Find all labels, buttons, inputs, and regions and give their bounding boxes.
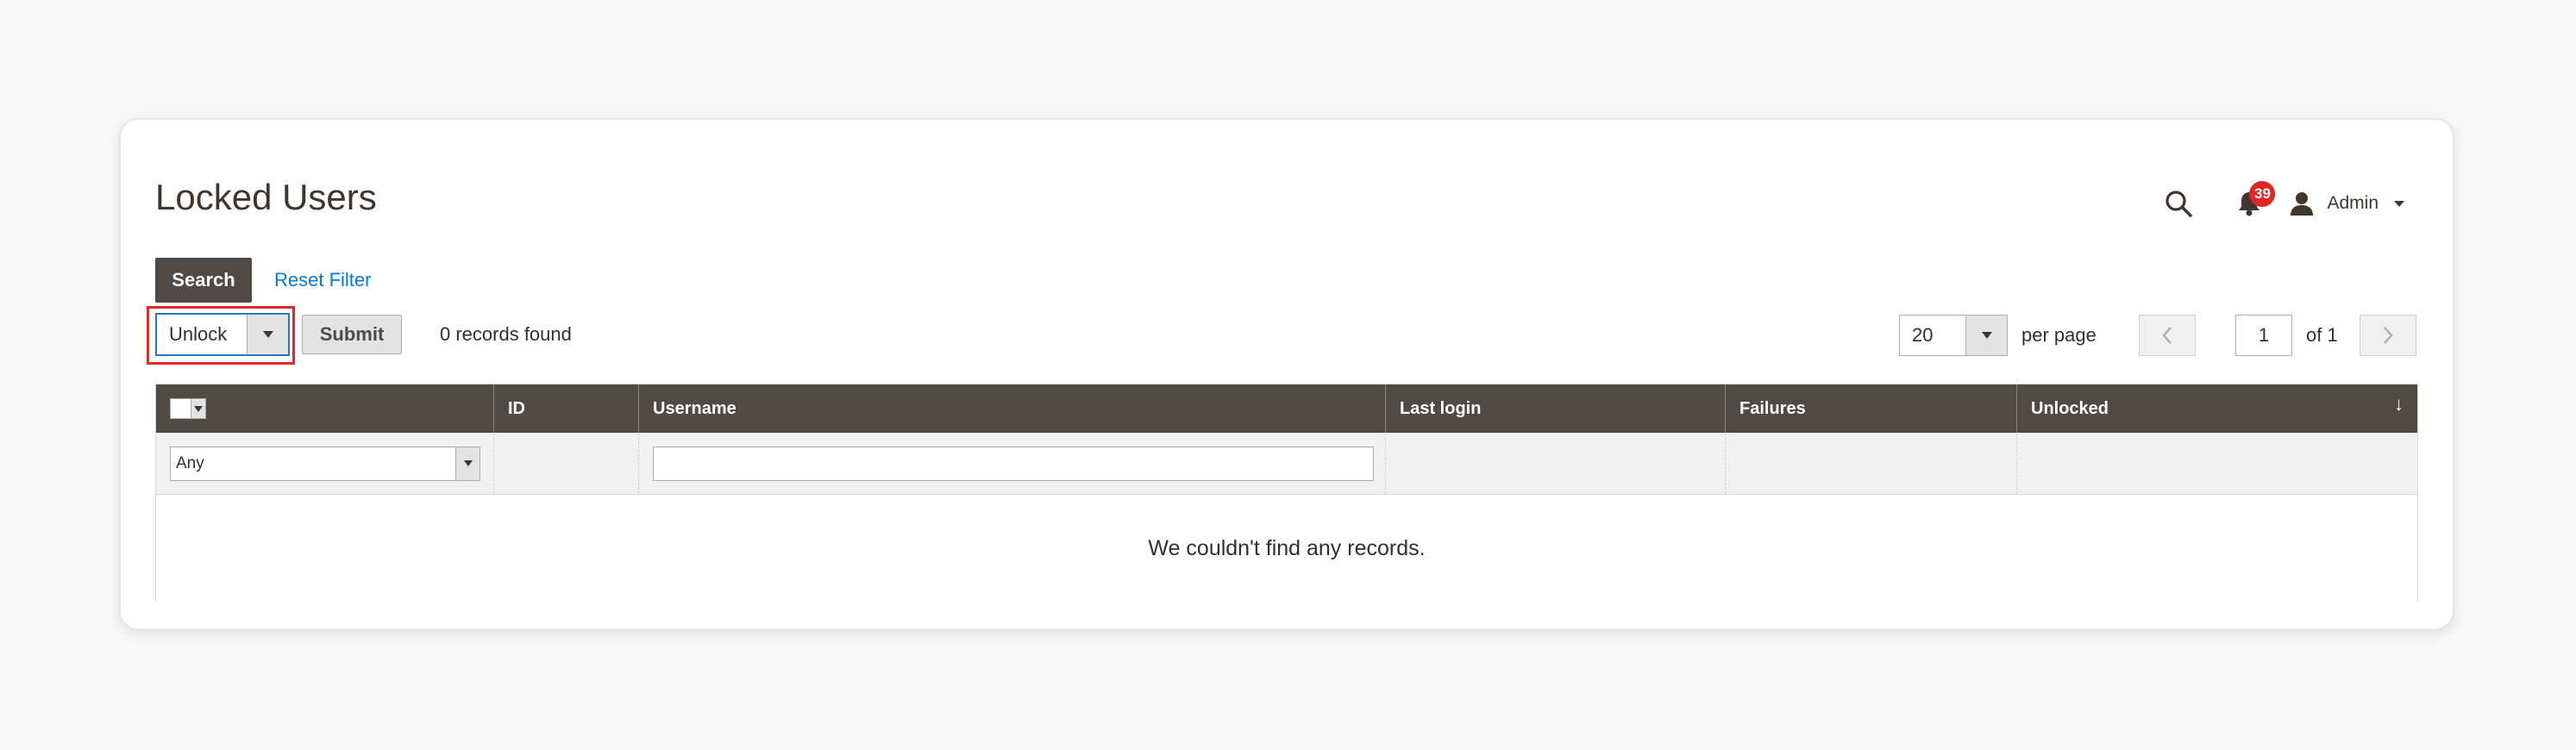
column-header-failures[interactable]: Failures — [1726, 384, 2017, 433]
caret-down-icon — [262, 331, 273, 338]
grid-header-row: ID Username Last login Failures Unlocked… — [156, 384, 2417, 433]
global-search-button[interactable] — [2159, 184, 2197, 222]
per-page-label: per page — [2021, 324, 2097, 346]
filter-cell-failures — [1726, 433, 2017, 494]
username-filter-input[interactable] — [653, 446, 1374, 481]
column-header-id[interactable]: ID — [494, 384, 639, 433]
page-title: Locked Users — [155, 177, 377, 217]
column-header-username[interactable]: Username — [639, 384, 1386, 433]
locked-users-grid: ID Username Last login Failures Unlocked… — [155, 384, 2418, 602]
in-user-filter-value: Any — [176, 453, 204, 472]
massaction-select[interactable]: Unlock — [155, 313, 290, 356]
admin-user-menu[interactable]: Admin — [2289, 191, 2404, 216]
records-found-count: 0 records found — [440, 323, 572, 345]
admin-user-name: Admin — [2327, 193, 2379, 213]
caret-down-icon — [1981, 332, 1992, 339]
grid-filter-row: Any — [156, 433, 2417, 495]
caret-down-icon — [463, 460, 473, 466]
mass-select-dropdown-toggle[interactable] — [191, 399, 205, 418]
per-page-value: 20 — [1912, 324, 1934, 346]
previous-page-button[interactable] — [2139, 315, 2196, 356]
grid-empty-message: We couldn't find any records. — [156, 495, 2417, 602]
column-header-unlocked[interactable]: Unlocked ↓ — [2017, 384, 2417, 433]
chevron-down-icon — [2394, 200, 2404, 207]
user-icon — [2291, 192, 2314, 216]
per-page-select[interactable]: 20 — [1899, 315, 2008, 356]
notifications-button[interactable]: 39 — [2230, 181, 2276, 222]
mass-select-control[interactable] — [170, 398, 206, 419]
next-page-button[interactable] — [2360, 315, 2416, 356]
header-actions: 39 Admin — [2159, 181, 2404, 225]
filter-cell-mass-select: Any — [156, 433, 494, 494]
per-page-dropdown-toggle[interactable] — [1965, 316, 2007, 355]
locked-users-panel: Locked Users 39 Admin Search Reset Filte… — [119, 118, 2454, 630]
filter-cell-unlocked — [2017, 433, 2417, 494]
search-button[interactable]: Search — [155, 258, 252, 303]
filter-cell-id — [494, 433, 639, 494]
reset-filter-link[interactable]: Reset Filter — [274, 258, 371, 303]
submit-button[interactable]: Submit — [302, 315, 402, 354]
total-pages-label: of 1 — [2306, 324, 2338, 346]
chevron-left-icon — [2162, 327, 2172, 344]
column-header-unlocked-label: Unlocked — [2031, 398, 2109, 418]
column-header-last-login[interactable]: Last login — [1386, 384, 1726, 433]
chevron-right-icon — [2384, 327, 2393, 344]
filter-cell-username — [639, 433, 1386, 494]
notifications-count-badge: 39 — [2249, 181, 2276, 207]
in-user-filter-select[interactable]: Any — [170, 446, 480, 481]
current-page-input[interactable] — [2235, 315, 2292, 356]
column-mass-select — [156, 384, 494, 433]
massaction-selected-value: Unlock — [169, 323, 228, 345]
filter-cell-last-login — [1386, 433, 1726, 494]
search-icon — [2165, 191, 2193, 217]
massaction-dropdown-toggle[interactable] — [247, 315, 288, 354]
select-all-checkbox[interactable] — [171, 399, 191, 418]
caret-down-icon — [194, 405, 203, 412]
sort-descending-icon: ↓ — [2394, 393, 2404, 415]
in-user-filter-toggle[interactable] — [455, 447, 479, 480]
